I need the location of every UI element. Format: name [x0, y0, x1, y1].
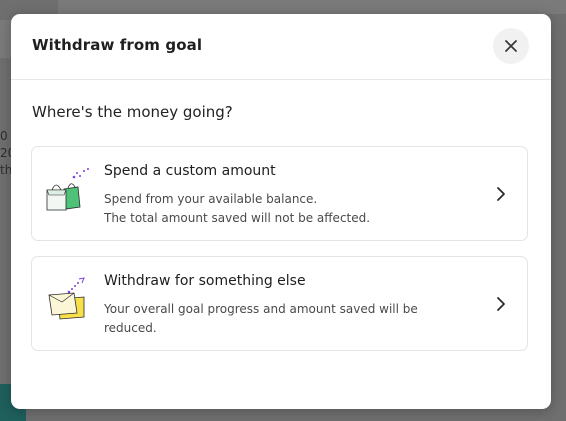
dialog-question: Where's the money going?	[32, 103, 233, 121]
option-description-line: The total amount saved will not be affec…	[104, 211, 371, 225]
option-title: Withdraw for something else	[104, 273, 306, 289]
chevron-right-icon	[497, 187, 505, 201]
option-description: Spend from your available balance. The t…	[104, 190, 434, 228]
option-description: Your overall goal progress and amount sa…	[104, 300, 434, 338]
shopping-bags-illustration	[46, 168, 89, 211]
wallet-illustration	[48, 277, 85, 320]
background-card	[58, 0, 566, 14]
chevron-right-icon	[497, 297, 505, 311]
option-description-line: reduced.	[104, 321, 157, 335]
dialog-title: Withdraw from goal	[32, 36, 203, 54]
spend-custom-amount-option[interactable]: Spend a custom amount Spend from your av…	[31, 146, 528, 241]
close-icon	[505, 40, 517, 52]
option-description-line: Your overall goal progress and amount sa…	[104, 302, 418, 316]
withdraw-dialog: Withdraw from goal Where's the money goi…	[11, 14, 551, 409]
option-title: Spend a custom amount	[104, 163, 276, 179]
withdraw-something-else-option[interactable]: Withdraw for something else Your overall…	[31, 256, 528, 351]
dialog-header: Withdraw from goal	[11, 14, 551, 80]
option-description-line: Spend from your available balance.	[104, 192, 318, 206]
close-button[interactable]	[493, 28, 529, 64]
